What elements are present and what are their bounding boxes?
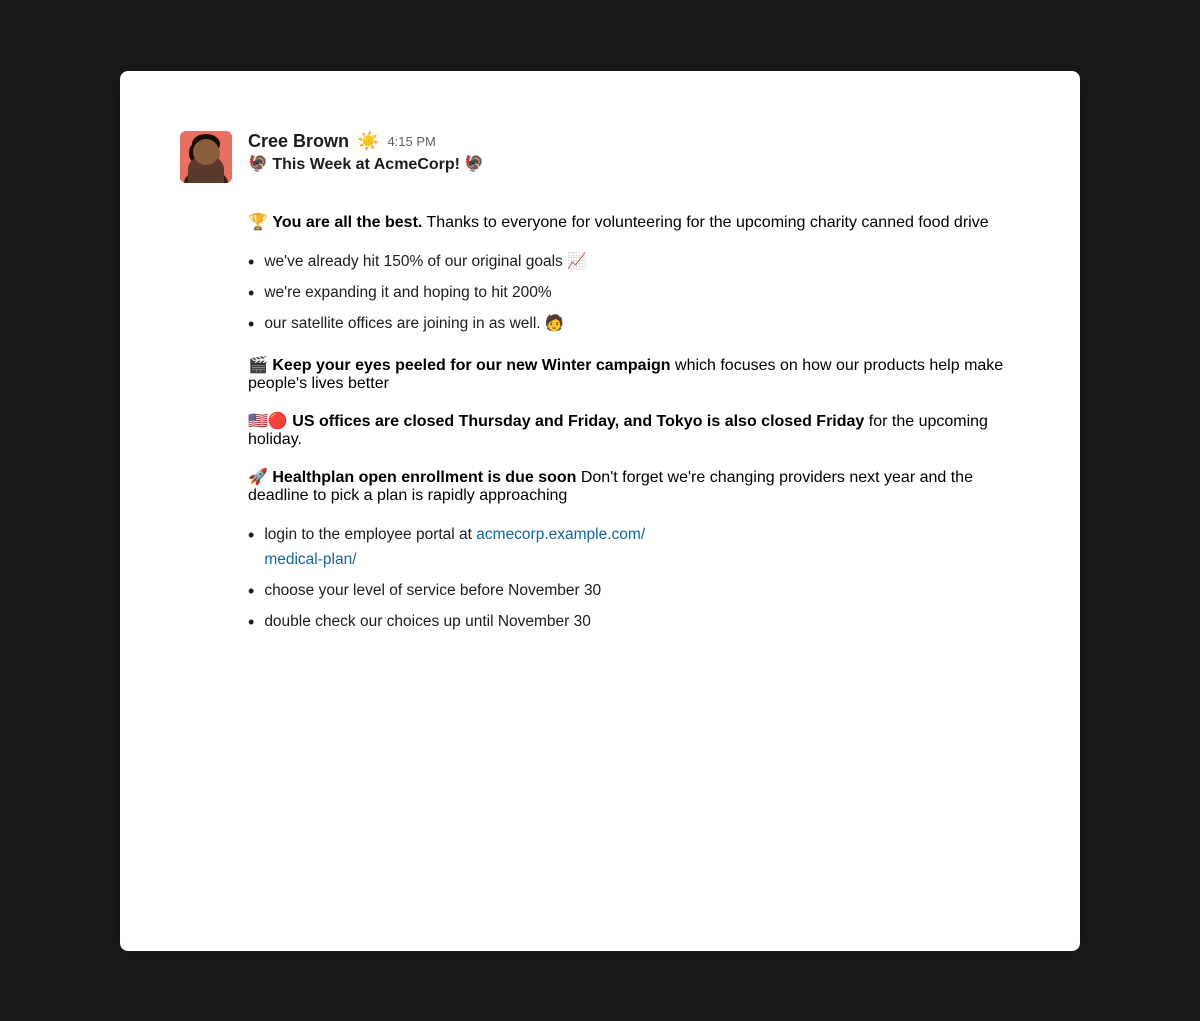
name-row: Cree Brown ☀️ 4:15 PM — [248, 131, 484, 152]
list-item: our satellite offices are joining in as … — [248, 312, 1020, 337]
bullet-text: choose your level of service before Nove… — [264, 579, 601, 604]
flags-emoji: 🇺🇸🔴 — [248, 413, 292, 430]
section1-text: Thanks to everyone for volunteering for … — [422, 214, 988, 231]
section4-bold: Healthplan open enrollment is due soon — [272, 469, 576, 486]
portal-link[interactable]: acmecorp.example.com/medical-plan/ — [264, 526, 645, 568]
list-item: login to the employee portal at acmecorp… — [248, 523, 1020, 573]
trophy-emoji: 🏆 — [248, 214, 272, 231]
user-name: Cree Brown — [248, 131, 349, 152]
section-winter: 🎬 Keep your eyes peeled for our new Wint… — [248, 355, 1020, 393]
camera-emoji: 🎬 — [248, 357, 272, 374]
list-item: double check our choices up until Novemb… — [248, 610, 1020, 635]
section-charity: 🏆 You are all the best. Thanks to everyo… — [248, 212, 1020, 232]
message-subject: 🦃 This Week at AcmeCorp! 🦃 — [248, 154, 484, 174]
healthplan-bullets: login to the employee portal at acmecorp… — [248, 523, 1020, 635]
section3-bold: US offices are closed Thursday and Frida… — [292, 413, 864, 430]
section-offices: 🇺🇸🔴 US offices are closed Thursday and F… — [248, 411, 1020, 449]
bullet-text: double check our choices up until Novemb… — [264, 610, 591, 635]
list-item: we've already hit 150% of our original g… — [248, 250, 1020, 275]
timestamp: 4:15 PM — [387, 134, 435, 149]
avatar — [180, 131, 232, 183]
sun-emoji: ☀️ — [357, 131, 379, 152]
header-meta: Cree Brown ☀️ 4:15 PM 🦃 This Week at Acm… — [248, 131, 484, 192]
charity-bullets: we've already hit 150% of our original g… — [248, 250, 1020, 338]
bullet-text: our satellite offices are joining in as … — [264, 312, 564, 337]
bullet-text: login to the employee portal at acmecorp… — [264, 523, 645, 573]
bullet-text: we're expanding it and hoping to hit 200… — [264, 281, 551, 306]
rocket-emoji: 🚀 — [248, 469, 272, 486]
message-header: Cree Brown ☀️ 4:15 PM 🦃 This Week at Acm… — [180, 131, 1020, 192]
section2-bold: Keep your eyes peeled for our new Winter… — [272, 357, 670, 374]
section1-bold: You are all the best. — [272, 214, 422, 231]
bullet-text: we've already hit 150% of our original g… — [264, 250, 586, 275]
section-healthplan: 🚀 Healthplan open enrollment is due soon… — [248, 467, 1020, 505]
list-item: choose your level of service before Nove… — [248, 579, 1020, 604]
list-item: we're expanding it and hoping to hit 200… — [248, 281, 1020, 306]
message-content: 🏆 You are all the best. Thanks to everyo… — [180, 212, 1020, 636]
message-card: Cree Brown ☀️ 4:15 PM 🦃 This Week at Acm… — [120, 71, 1080, 951]
